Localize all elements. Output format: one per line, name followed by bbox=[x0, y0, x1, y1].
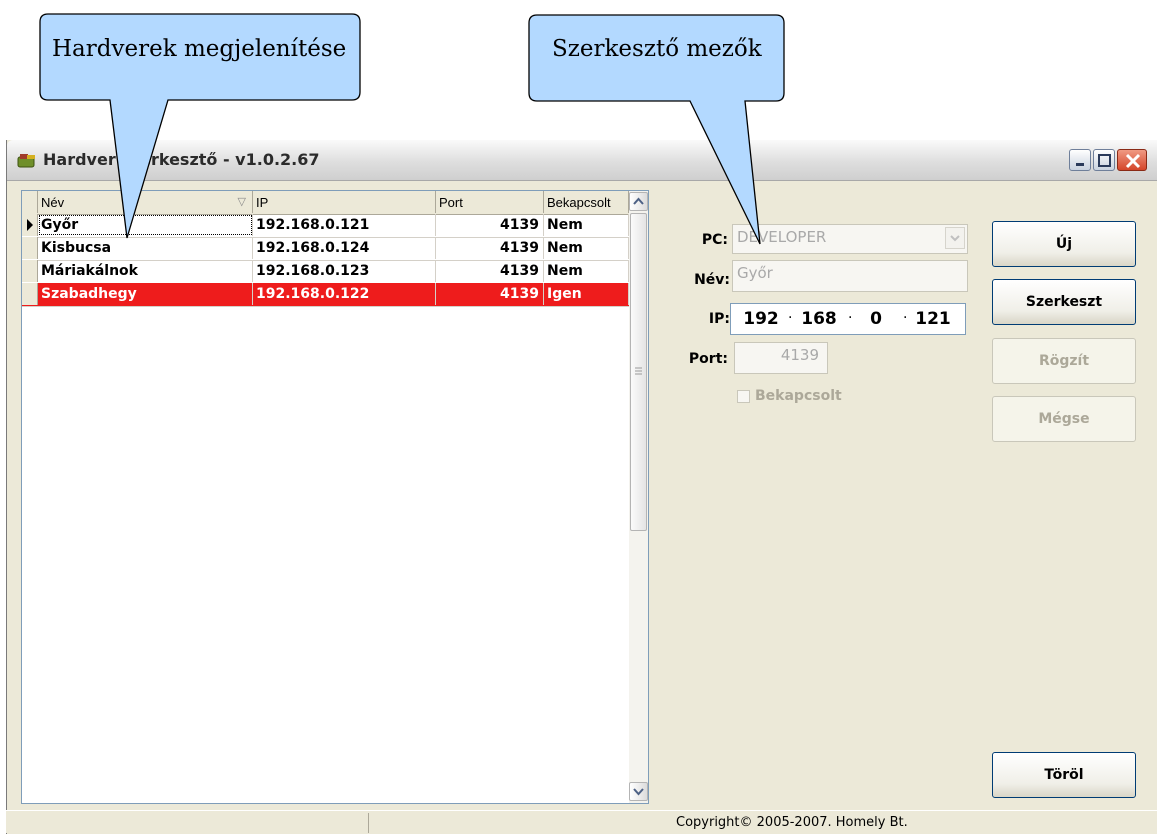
callout-list-text: Hardverek megjelenítése bbox=[52, 36, 347, 62]
callout-shapes bbox=[39, 13, 785, 245]
callout-editor-text: Szerkesztő mezők bbox=[552, 36, 762, 62]
